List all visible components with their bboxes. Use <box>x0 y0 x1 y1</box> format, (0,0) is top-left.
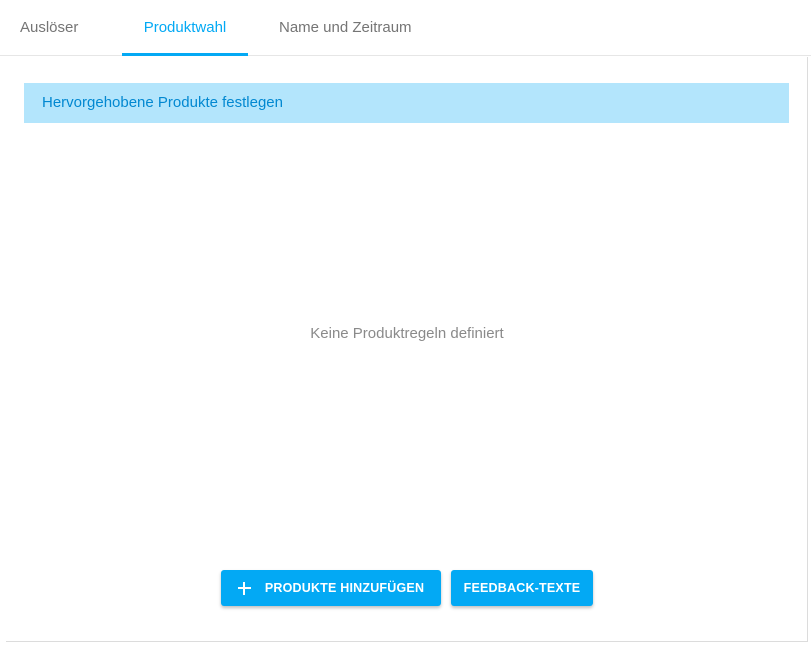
product-selection-panel: Hervorgehobene Produkte festlegen Keine … <box>6 57 808 642</box>
tab-bar: Auslöser Produktwahl Name und Zeitraum <box>0 0 811 56</box>
empty-state-message: Keine Produktregeln definiert <box>310 325 504 342</box>
plus-icon <box>237 581 251 595</box>
panel-header: Hervorgehobene Produkte festlegen <box>24 83 789 123</box>
add-products-label: PRODUKTE HINZUFÜGEN <box>264 581 425 595</box>
tab-ausloeser[interactable]: Auslöser <box>20 0 78 56</box>
feedback-texts-button[interactable]: FEEDBACK-TEXTE <box>451 570 593 606</box>
tab-name-und-zeitraum[interactable]: Name und Zeitraum <box>279 0 412 56</box>
tab-produktwahl[interactable]: Produktwahl <box>122 0 248 56</box>
active-tab-indicator <box>122 53 248 56</box>
feedback-texts-label: FEEDBACK-TEXTE <box>463 581 581 595</box>
add-products-button[interactable]: PRODUKTE HINZUFÜGEN <box>221 570 441 606</box>
